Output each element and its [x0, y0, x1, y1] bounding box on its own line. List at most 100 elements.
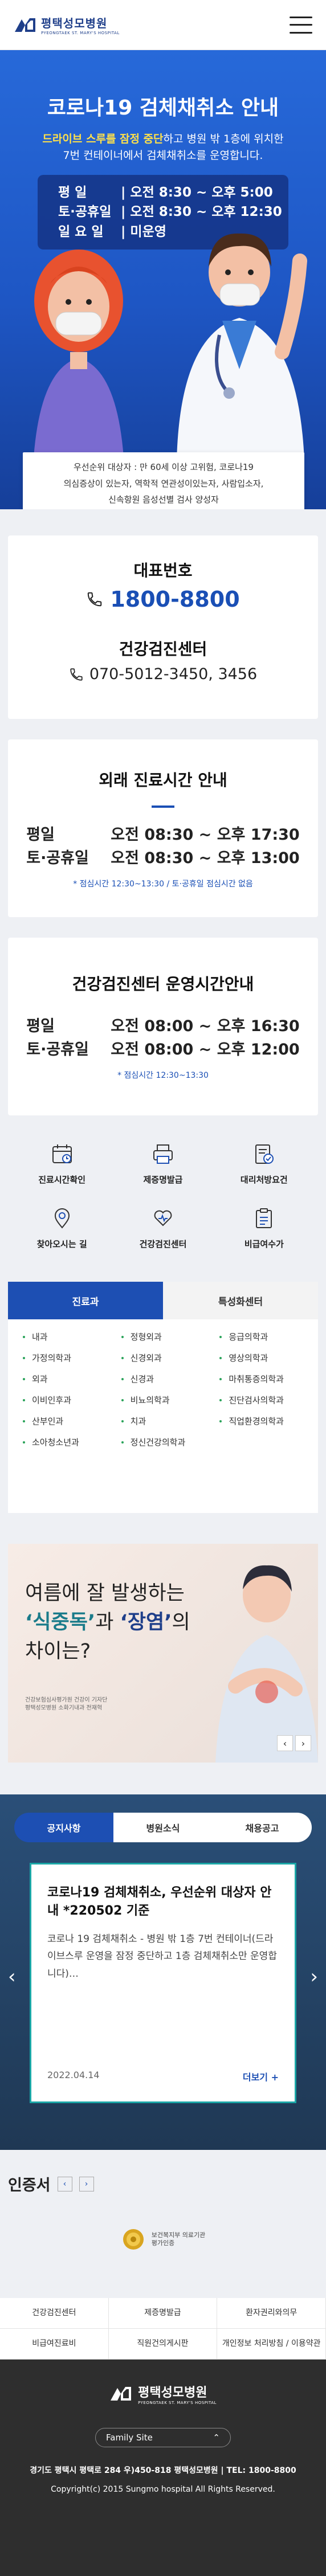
- banner-conj: 과: [95, 1610, 120, 1634]
- next-slide-icon[interactable]: ›: [173, 468, 177, 480]
- hero-title: 코로나19 검체채취소 안내: [47, 96, 279, 120]
- certification-badge[interactable]: 보건복지부 의료기관 평가인증: [8, 2227, 318, 2252]
- department-item[interactable]: 직업환경의학과: [219, 1415, 318, 1427]
- quick-label: 진료시간확인: [38, 1175, 86, 1185]
- department-item[interactable]: 정신건강의학과: [121, 1436, 220, 1448]
- certification-title: 인증서: [8, 2177, 51, 2194]
- hero-description: 드라이브 스루를 잠정 중단하고 병원 밖 1층에 위치한 7번 컨테이너에서 …: [0, 131, 326, 165]
- department-item[interactable]: 이비인후과: [23, 1394, 121, 1406]
- footer-link[interactable]: 환자권리와의무: [217, 2298, 326, 2329]
- checkup-hours-card: 건강검진센터 운영시간안내 평일 오전 08:00 ~ 오후 16:30 토·공휴…: [8, 938, 318, 1115]
- department-item[interactable]: 신경외과: [121, 1352, 220, 1364]
- news-more-link[interactable]: 더보기 +: [243, 2070, 279, 2083]
- hours-time: | 오전 8:30 ~ 오후 12:30: [121, 205, 282, 220]
- footer-copyright: Copyright(c) 2015 Sungmo hospital All Ri…: [51, 2485, 275, 2494]
- hours-day: 평 일: [58, 185, 87, 200]
- hours-time: | 미운영: [121, 224, 166, 239]
- department-item[interactable]: 소아청소년과: [23, 1436, 121, 1448]
- checkup-title: 건강검진센터 운영시간안내: [72, 975, 254, 993]
- site-header: 평택성모병원 PYEONGTAEK ST. MARY'S HOSPITAL: [0, 0, 326, 50]
- heart-stethoscope-icon: [154, 1210, 172, 1226]
- quick-certificate[interactable]: 제증명발급: [112, 1142, 213, 1185]
- footer-link[interactable]: 건강검진센터: [0, 2298, 109, 2329]
- department-item[interactable]: 진단검사의학과: [219, 1394, 318, 1406]
- quick-hours[interactable]: 진료시간확인: [11, 1142, 112, 1185]
- checkup-number[interactable]: 070-5012-3450, 3456: [8, 665, 318, 683]
- hours-day: 토·공휴일: [58, 205, 112, 220]
- department-item[interactable]: 신경과: [121, 1373, 220, 1385]
- department-item[interactable]: 가정의학과: [23, 1352, 121, 1364]
- cert-badge-line: 평가인증: [151, 2239, 175, 2247]
- banner-prev-icon[interactable]: ‹: [277, 1735, 293, 1751]
- outpatient-note: * 점심시간 12:30~13:30 / 토·공휴일 점심시간 없음: [73, 880, 253, 889]
- news-prev-icon[interactable]: ‹: [8, 1965, 16, 1988]
- sched-time: 오전 08:00 ~ 오후 12:00: [111, 1040, 300, 1058]
- main-number[interactable]: 1800-8800: [8, 587, 318, 612]
- department-item[interactable]: 외과: [23, 1373, 121, 1385]
- main-number-title: 대표번호: [133, 561, 193, 580]
- footer-link[interactable]: 제증명발급: [108, 2298, 218, 2329]
- hero-desc-line2: 7번 컨테이너에서 검체채취소를 운영합니다.: [63, 149, 263, 162]
- cert-next-icon[interactable]: ›: [79, 2176, 94, 2191]
- family-site-select[interactable]: Family Site ⌃: [95, 2428, 231, 2447]
- department-item[interactable]: 마취통증의학과: [219, 1373, 318, 1385]
- department-item[interactable]: 내과: [23, 1331, 121, 1343]
- department-item[interactable]: 정형외과: [121, 1331, 220, 1343]
- banner-line3: 차이는?: [25, 1639, 91, 1663]
- hospital-logo[interactable]: 평택성모병원 PYEONGTAEK ST. MARY'S HOSPITAL: [14, 14, 120, 35]
- prescription-icon: [255, 1144, 274, 1164]
- sched-day: 토·공휴일: [26, 1040, 89, 1058]
- tab-notice[interactable]: 공지사항: [14, 1813, 113, 1842]
- tab-specialty-centers[interactable]: 특성화센터: [163, 1282, 318, 1319]
- footer-link[interactable]: 개인정보 처리방침 / 이용약관: [217, 2329, 326, 2360]
- hamburger-menu-icon[interactable]: [290, 16, 312, 34]
- logo-subtitle: PYEONGTAEK ST. MARY'S HOSPITAL: [41, 31, 120, 35]
- department-item[interactable]: 비뇨의학과: [121, 1394, 220, 1406]
- quick-directions[interactable]: 찾아오시는 길: [11, 1206, 112, 1250]
- department-item[interactable]: 치과: [121, 1415, 220, 1427]
- slide-counter: 2 / 3: [142, 468, 166, 480]
- calendar-icon: [52, 1144, 72, 1163]
- footer-link[interactable]: 비급여진료비: [0, 2329, 109, 2360]
- department-item[interactable]: 산부인과: [23, 1415, 121, 1427]
- tab-hospital-news[interactable]: 병원소식: [113, 1813, 213, 1842]
- banner-keyword-enteritis: ‘장염’: [120, 1610, 172, 1634]
- checkup-center-title: 건강검진센터: [119, 640, 207, 659]
- tab-recruitment[interactable]: 채용공고: [213, 1813, 312, 1842]
- quick-checkup-center[interactable]: 건강검진센터: [112, 1206, 213, 1250]
- quick-non-covered-fees[interactable]: 비급여수가: [214, 1206, 315, 1250]
- banner-headline: 여름에 잘 발생하는 ‘식중독’과 ‘장염’의 차이는?: [25, 1579, 190, 1666]
- footer-link[interactable]: 직원건의게시판: [108, 2329, 218, 2360]
- chevron-up-icon: ⌃: [213, 2432, 220, 2443]
- site-footer: 평택성모병원 PYEONGTAEK ST. MARY'S HOSPITAL Fa…: [0, 2360, 326, 2576]
- health-banner[interactable]: 여름에 잘 발생하는 ‘식중독’과 ‘장염’의 차이는? 건강보험심사평가원 건…: [8, 1544, 318, 1763]
- checkup-note: * 점심시간 12:30~13:30: [117, 1071, 209, 1080]
- news-next-icon[interactable]: ›: [310, 1965, 318, 1988]
- prev-slide-icon[interactable]: ‹: [131, 468, 135, 480]
- news-title: 코로나19 검체채취소, 우선순위 대상자 안내 *220502 기준: [47, 1886, 272, 1918]
- news-card[interactable]: 코로나19 검체채취소, 우선순위 대상자 안내 *220502 기준 코로나 …: [30, 1863, 296, 2103]
- location-icon: [54, 1208, 70, 1229]
- pause-icon[interactable]: ❚❚: [184, 470, 195, 478]
- sched-day: 평일: [26, 1017, 55, 1035]
- tab-departments[interactable]: 진료과: [8, 1282, 163, 1319]
- sched-time: 오전 08:30 ~ 오후 17:30: [111, 826, 300, 844]
- department-item[interactable]: 응급의학과: [219, 1331, 318, 1343]
- department-tabs: 진료과 특성화센터: [8, 1282, 318, 1319]
- cert-prev-icon[interactable]: ‹: [57, 2176, 72, 2191]
- certification-header: 인증서 ‹ ›: [8, 2173, 318, 2195]
- banner-credit-line: 평택성모병원 소화기내과 전재혁: [25, 1705, 103, 1711]
- banner-credit: 건강보험심사평가원 건강이 기자단 평택성모병원 소화기내과 전재혁: [25, 1696, 107, 1712]
- checkup-number-text: 070-5012-3450, 3456: [89, 665, 258, 683]
- hero-slider: 코로나19 검체채취소 안내 드라이브 스루를 잠정 중단하고 병원 밖 1층에…: [0, 50, 326, 509]
- department-item[interactable]: 영상의학과: [219, 1352, 318, 1364]
- phone-icon: [70, 668, 83, 681]
- outpatient-hours-card: 외래 진료시간 안내 평일 오전 08:30 ~ 오후 17:30 토·공휴일 오전…: [8, 739, 318, 917]
- sched-time: 오전 08:30 ~ 오후 13:00: [111, 849, 300, 867]
- sched-day: 토·공휴일: [26, 849, 89, 867]
- quick-label: 제증명발급: [143, 1175, 183, 1185]
- banner-next-icon[interactable]: ›: [295, 1735, 311, 1751]
- hero-notice-card: 우선순위 대상자 : 만 60세 이상 고위험, 코로나19 의심증상이 있는자…: [23, 452, 304, 509]
- contact-card: 대표번호 1800-8800 건강검진센터 070-5012-3450, 345…: [8, 535, 318, 719]
- quick-proxy-prescription[interactable]: 대리처방요건: [214, 1142, 315, 1185]
